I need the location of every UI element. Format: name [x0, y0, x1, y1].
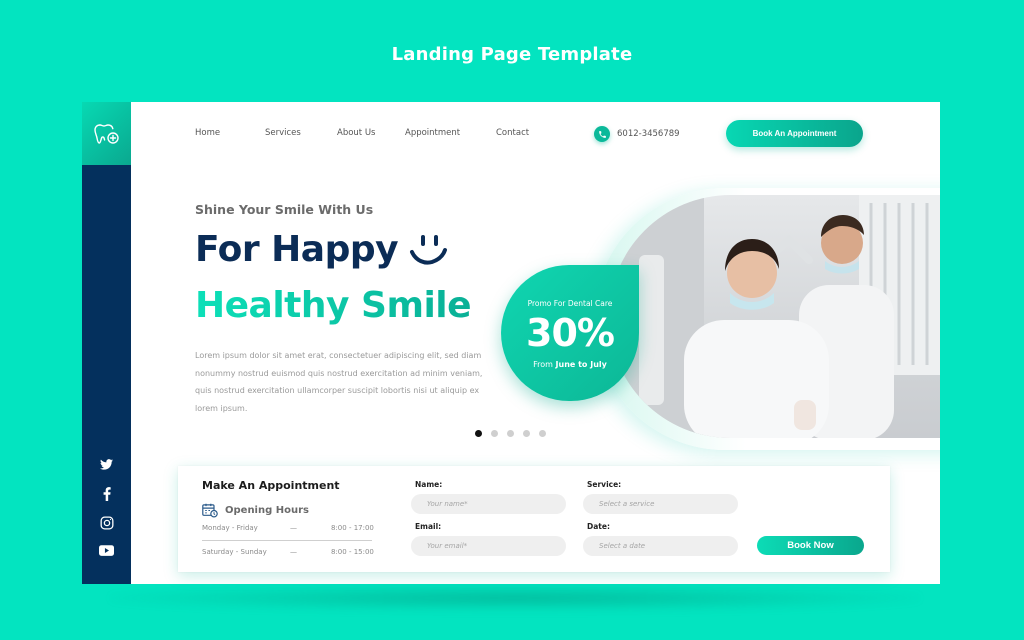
- nav-contact[interactable]: Contact: [496, 128, 529, 138]
- frame-shadow: [110, 585, 920, 611]
- twitter-link[interactable]: [82, 459, 131, 470]
- nav-home[interactable]: Home: [195, 128, 220, 138]
- promo-date: From June to July: [533, 360, 607, 369]
- date-label: Date:: [587, 522, 610, 531]
- book-now-button[interactable]: Book Now: [757, 536, 864, 555]
- page-title: Landing Page Template: [391, 44, 633, 65]
- dentists-illustration: [609, 195, 940, 438]
- phone-contact[interactable]: 6012-3456789: [594, 126, 680, 142]
- opening-hours-title: Opening Hours: [225, 505, 309, 516]
- email-input[interactable]: [411, 536, 566, 556]
- slider-dot[interactable]: [523, 430, 530, 437]
- tooth-plus-icon: [93, 123, 119, 144]
- phone-number: 6012-3456789: [617, 129, 680, 139]
- name-input[interactable]: [411, 494, 566, 514]
- youtube-icon: [99, 545, 114, 556]
- promo-label: Promo For Dental Care: [527, 299, 613, 308]
- book-appointment-button[interactable]: Book An Appointment: [726, 120, 863, 147]
- name-label: Name:: [415, 480, 443, 489]
- calendar-clock-icon: [202, 503, 218, 518]
- headline-text: For Happy: [195, 229, 399, 270]
- appointment-title: Make An Appointment: [202, 479, 340, 492]
- hero-headline-line2: Healthy Smile: [195, 285, 472, 326]
- facebook-icon: [103, 487, 111, 501]
- phone-icon: [594, 126, 610, 142]
- twitter-icon: [100, 459, 113, 470]
- email-label: Email:: [415, 522, 442, 531]
- hero-tagline: Shine Your Smile With Us: [195, 202, 374, 217]
- instagram-link[interactable]: [82, 516, 131, 530]
- hero-headline-line1: For Happy: [195, 229, 450, 270]
- hero-description: Lorem ipsum dolor sit amet erat, consect…: [195, 351, 483, 413]
- service-label: Service:: [587, 480, 622, 489]
- promo-discount: 30%: [526, 311, 615, 355]
- hours-divider: [202, 540, 372, 541]
- youtube-link[interactable]: [82, 545, 131, 556]
- promo-badge: Promo For Dental Care 30% From June to J…: [501, 265, 639, 401]
- sidebar: [82, 102, 131, 584]
- slider-dot[interactable]: [491, 430, 498, 437]
- facebook-link[interactable]: [82, 487, 131, 501]
- hero-photo: [609, 195, 940, 438]
- smiley-icon: [410, 234, 448, 265]
- slider-dots: [475, 430, 546, 437]
- date-picker[interactable]: [583, 536, 738, 556]
- slider-dot[interactable]: [507, 430, 514, 437]
- slider-dot[interactable]: [475, 430, 482, 437]
- logo[interactable]: [82, 102, 131, 165]
- nav-about-us[interactable]: About Us: [337, 128, 375, 138]
- nav-appointment[interactable]: Appointment: [405, 128, 460, 138]
- instagram-icon: [100, 516, 113, 530]
- nav-services[interactable]: Services: [265, 128, 301, 138]
- service-select[interactable]: [583, 494, 738, 514]
- appointment-card: Make An Appointment Opening Hours Monday…: [178, 466, 890, 572]
- opening-hours-header: Opening Hours: [202, 503, 309, 518]
- slider-dot[interactable]: [539, 430, 546, 437]
